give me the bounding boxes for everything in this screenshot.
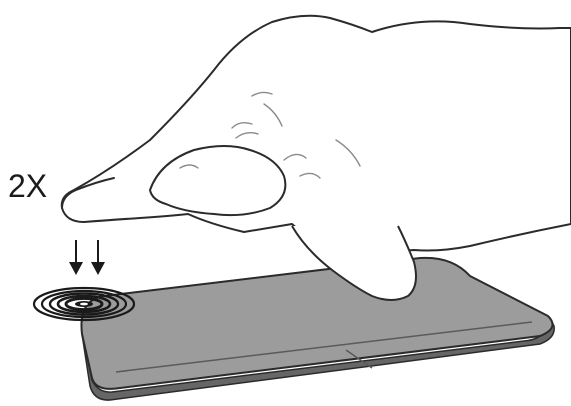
illustration-canvas: [32, 14, 571, 401]
touchpad: [80, 256, 555, 401]
tap-count-label: 2X: [8, 168, 48, 204]
hand-back: [60, 14, 571, 252]
touchpad-double-tap-illustration: 2X: [0, 0, 571, 406]
tap-arrows: [69, 240, 105, 275]
hand: [60, 14, 571, 301]
concentric-ripple-icon: [32, 286, 136, 322]
down-arrow-icon: [69, 240, 83, 275]
down-arrow-icon: [91, 240, 105, 275]
